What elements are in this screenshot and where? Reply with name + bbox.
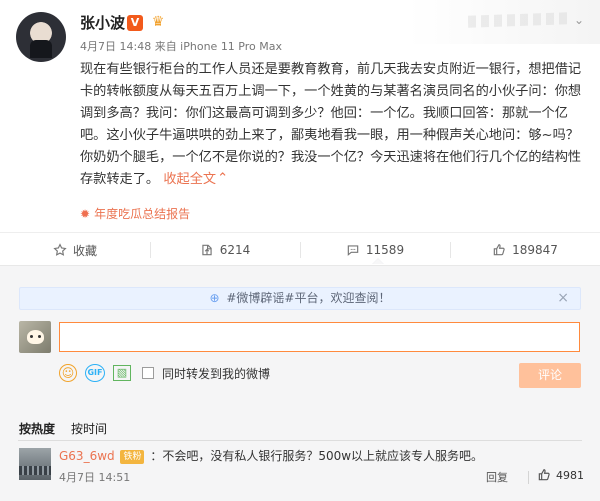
- comment-like-count[interactable]: 4981: [556, 469, 584, 482]
- annual-report-link[interactable]: ✹ 年度吃瓜总结报告: [80, 205, 190, 222]
- comment-submit-button[interactable]: 评论: [519, 363, 581, 388]
- post-actions: 收藏 6214 11589 189847: [0, 232, 600, 266]
- like-count[interactable]: 189847: [512, 243, 558, 257]
- favorite-button[interactable]: 收藏: [0, 233, 150, 267]
- smile-icon[interactable]: ☺: [59, 364, 77, 382]
- author-avatar[interactable]: [16, 12, 66, 62]
- comment-icon: [347, 245, 359, 256]
- comment-input[interactable]: [59, 322, 580, 352]
- annual-report-label[interactable]: 年度吃瓜总结报告: [94, 207, 190, 221]
- notice-link[interactable]: #微博辟谣#平台，欢迎查阅！: [226, 291, 390, 305]
- repost-checkbox-label[interactable]: 同时转发到我的微博: [162, 365, 270, 382]
- collapse-link[interactable]: 收起全文⌃: [163, 171, 228, 187]
- watermark: [408, 0, 600, 44]
- star-icon: [53, 243, 67, 256]
- weibo-post: 张小波 V ♛ ⌄ 4月7日 14:48 来自 iPhone 11 Pro Ma…: [0, 0, 600, 232]
- post-body-text: 现在有些银行柜台的工作人员还是要教育教育，前几天我去安贞附近一银行，想把借记卡的…: [80, 62, 582, 187]
- comment-tools: ☺ GIF ▧ 同时转发到我的微博: [59, 362, 270, 384]
- repost-checkbox[interactable]: [142, 367, 154, 379]
- comment-text: ：不会吧，没有私人银行服务？500w以上就应该专人服务吧。: [150, 449, 484, 463]
- close-icon[interactable]: ×: [557, 288, 569, 309]
- comment-sort-tabs: 按热度 按时间: [19, 420, 107, 437]
- comment-like-button[interactable]: 4981: [537, 468, 584, 482]
- asterisk-icon: ✹: [80, 207, 91, 221]
- comment-count[interactable]: 11589: [366, 243, 404, 257]
- comment-tab-pointer: [372, 258, 384, 264]
- sort-divider: [18, 440, 582, 441]
- comment-time: 4月7日 14:51: [59, 471, 131, 484]
- author-name[interactable]: 张小波: [80, 12, 125, 33]
- tab-sort-time[interactable]: 按时间: [71, 420, 107, 437]
- collapse-text[interactable]: 收起全文: [163, 172, 216, 187]
- repost-count[interactable]: 6214: [220, 243, 251, 257]
- image-icon[interactable]: ▧: [113, 365, 131, 381]
- repost-icon: [202, 244, 212, 256]
- comment-author-name[interactable]: G63_6wd: [59, 449, 115, 463]
- rumor-notice: ⊕ #微博辟谣#平台，欢迎查阅！ ×: [19, 287, 581, 310]
- post-meta: 4月7日 14:48 来自 iPhone 11 Pro Max: [80, 40, 282, 53]
- member-crown-icon: ♛: [151, 14, 165, 30]
- like-button[interactable]: 189847: [450, 233, 600, 267]
- verified-badge: V: [127, 15, 143, 31]
- chevron-down-icon[interactable]: ⌄: [574, 13, 584, 27]
- gif-icon[interactable]: GIF: [85, 364, 105, 382]
- tab-sort-hot[interactable]: 按热度: [19, 420, 55, 437]
- repost-button[interactable]: 6214: [150, 233, 300, 267]
- chevron-up-icon[interactable]: ⌃: [217, 168, 228, 190]
- post-content: 现在有些银行柜台的工作人员还是要教育教育，前几天我去安贞附近一银行，想把借记卡的…: [80, 59, 586, 191]
- thumb-up-icon: [538, 469, 550, 481]
- comment-body: G63_6wd 铁粉 ：不会吧，没有私人银行服务？500w以上就应该专人服务吧。: [59, 447, 544, 465]
- fan-badge: 铁粉: [120, 450, 145, 464]
- favorite-label[interactable]: 收藏: [73, 242, 97, 259]
- thumb-up-icon: [493, 244, 505, 256]
- reply-button[interactable]: 回复: [486, 469, 508, 485]
- comment-author-avatar[interactable]: [19, 448, 51, 480]
- current-user-avatar[interactable]: [19, 321, 51, 353]
- hash-circle-icon: ⊕: [209, 291, 220, 305]
- reply-divider: [528, 471, 529, 484]
